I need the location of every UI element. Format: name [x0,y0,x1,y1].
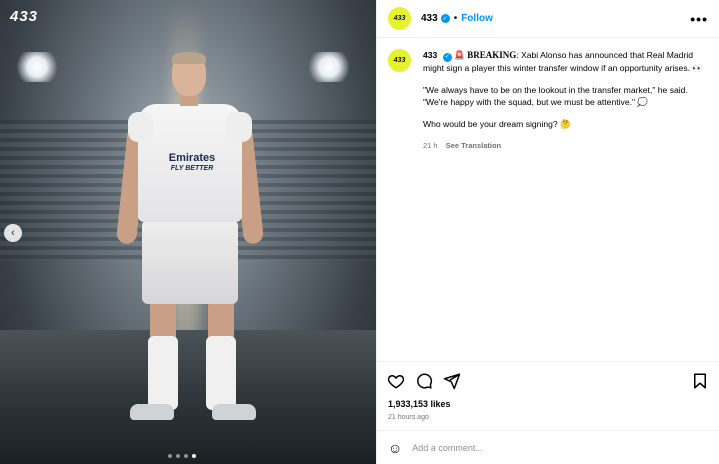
player-boot-left [130,404,174,420]
emoji-icon[interactable]: ☺ [388,440,402,456]
separator-dot: • [453,13,458,24]
post-sidebar: 433 433 ✓ • Follow ••• 433 433 ✓ 🚨 BREAK… [376,0,719,464]
comment-icon[interactable] [415,372,433,390]
caption-body: 433 ✓ 🚨 BREAKING: Xabi Alonso has announ… [423,49,705,361]
carousel-dot [176,454,180,458]
shirt-slogan: FLY BETTER [170,165,214,172]
carousel-dot-active [192,454,196,458]
action-bar [377,361,719,399]
caption-text: : Xabi Alonso has announced that Real Ma… [423,50,704,73]
more-icon[interactable]: ••• [690,12,708,26]
player-hair [172,52,206,64]
caption-quote: "We always have to be on the lookout in … [423,84,688,107]
player-sleeve-left [128,112,154,142]
caption-paragraph-1: 433 ✓ 🚨 BREAKING: Xabi Alonso has announ… [423,49,705,74]
carousel-dot [184,454,188,458]
post-view: 433 Emirates FLY BETTER ‹ 433 433 ✓ • Fo… [0,0,719,464]
player-sock-right [206,336,236,410]
verified-badge-icon: ✓ [442,52,452,62]
follow-button[interactable]: Follow [461,13,493,24]
heart-icon[interactable] [387,372,405,390]
stadium-light-left [14,52,60,82]
brand-logo: 433 [10,8,39,25]
likes-count[interactable]: 1,933,153 likes [377,399,719,412]
post-timestamp[interactable]: 21 hours ago [377,412,719,430]
chevron-left-icon[interactable]: ‹ [4,224,22,242]
comment-input[interactable] [412,442,683,453]
shirt-sponsor: Emirates [168,152,216,164]
player-photo: Emirates FLY BETTER [115,52,265,432]
stadium-light-right [306,52,352,82]
post-age: 21 h [423,140,438,150]
bookmark-icon[interactable] [691,372,709,390]
verified-badge-icon: ✓ [440,14,450,23]
caption-question: Who would be your dream signing? 🤔 [423,118,571,129]
caption-meta: 21 h See Translation [423,140,705,152]
post-header: 433 433 ✓ • Follow ••• [377,0,719,38]
player-shorts [142,220,238,304]
comment-box: ☺ [377,430,719,464]
caption-avatar[interactable]: 433 [388,49,411,72]
caption-section: 433 433 ✓ 🚨 BREAKING: Xabi Alonso has an… [377,38,719,361]
player-sock-left [148,336,178,410]
player-boot-right [212,404,256,420]
caption-username[interactable]: 433 [423,50,437,60]
avatar[interactable]: 433 [388,7,411,30]
username-link[interactable]: 433 [421,13,438,24]
share-icon[interactable] [443,372,461,390]
carousel-dot [168,454,172,458]
breaking-label: BREAKING [467,50,517,60]
see-translation-link[interactable]: See Translation [446,141,501,150]
carousel-dots [168,454,196,458]
player-sleeve-right [226,112,252,142]
siren-emoji: 🚨 [454,50,465,60]
post-media[interactable]: 433 Emirates FLY BETTER ‹ [0,0,376,464]
